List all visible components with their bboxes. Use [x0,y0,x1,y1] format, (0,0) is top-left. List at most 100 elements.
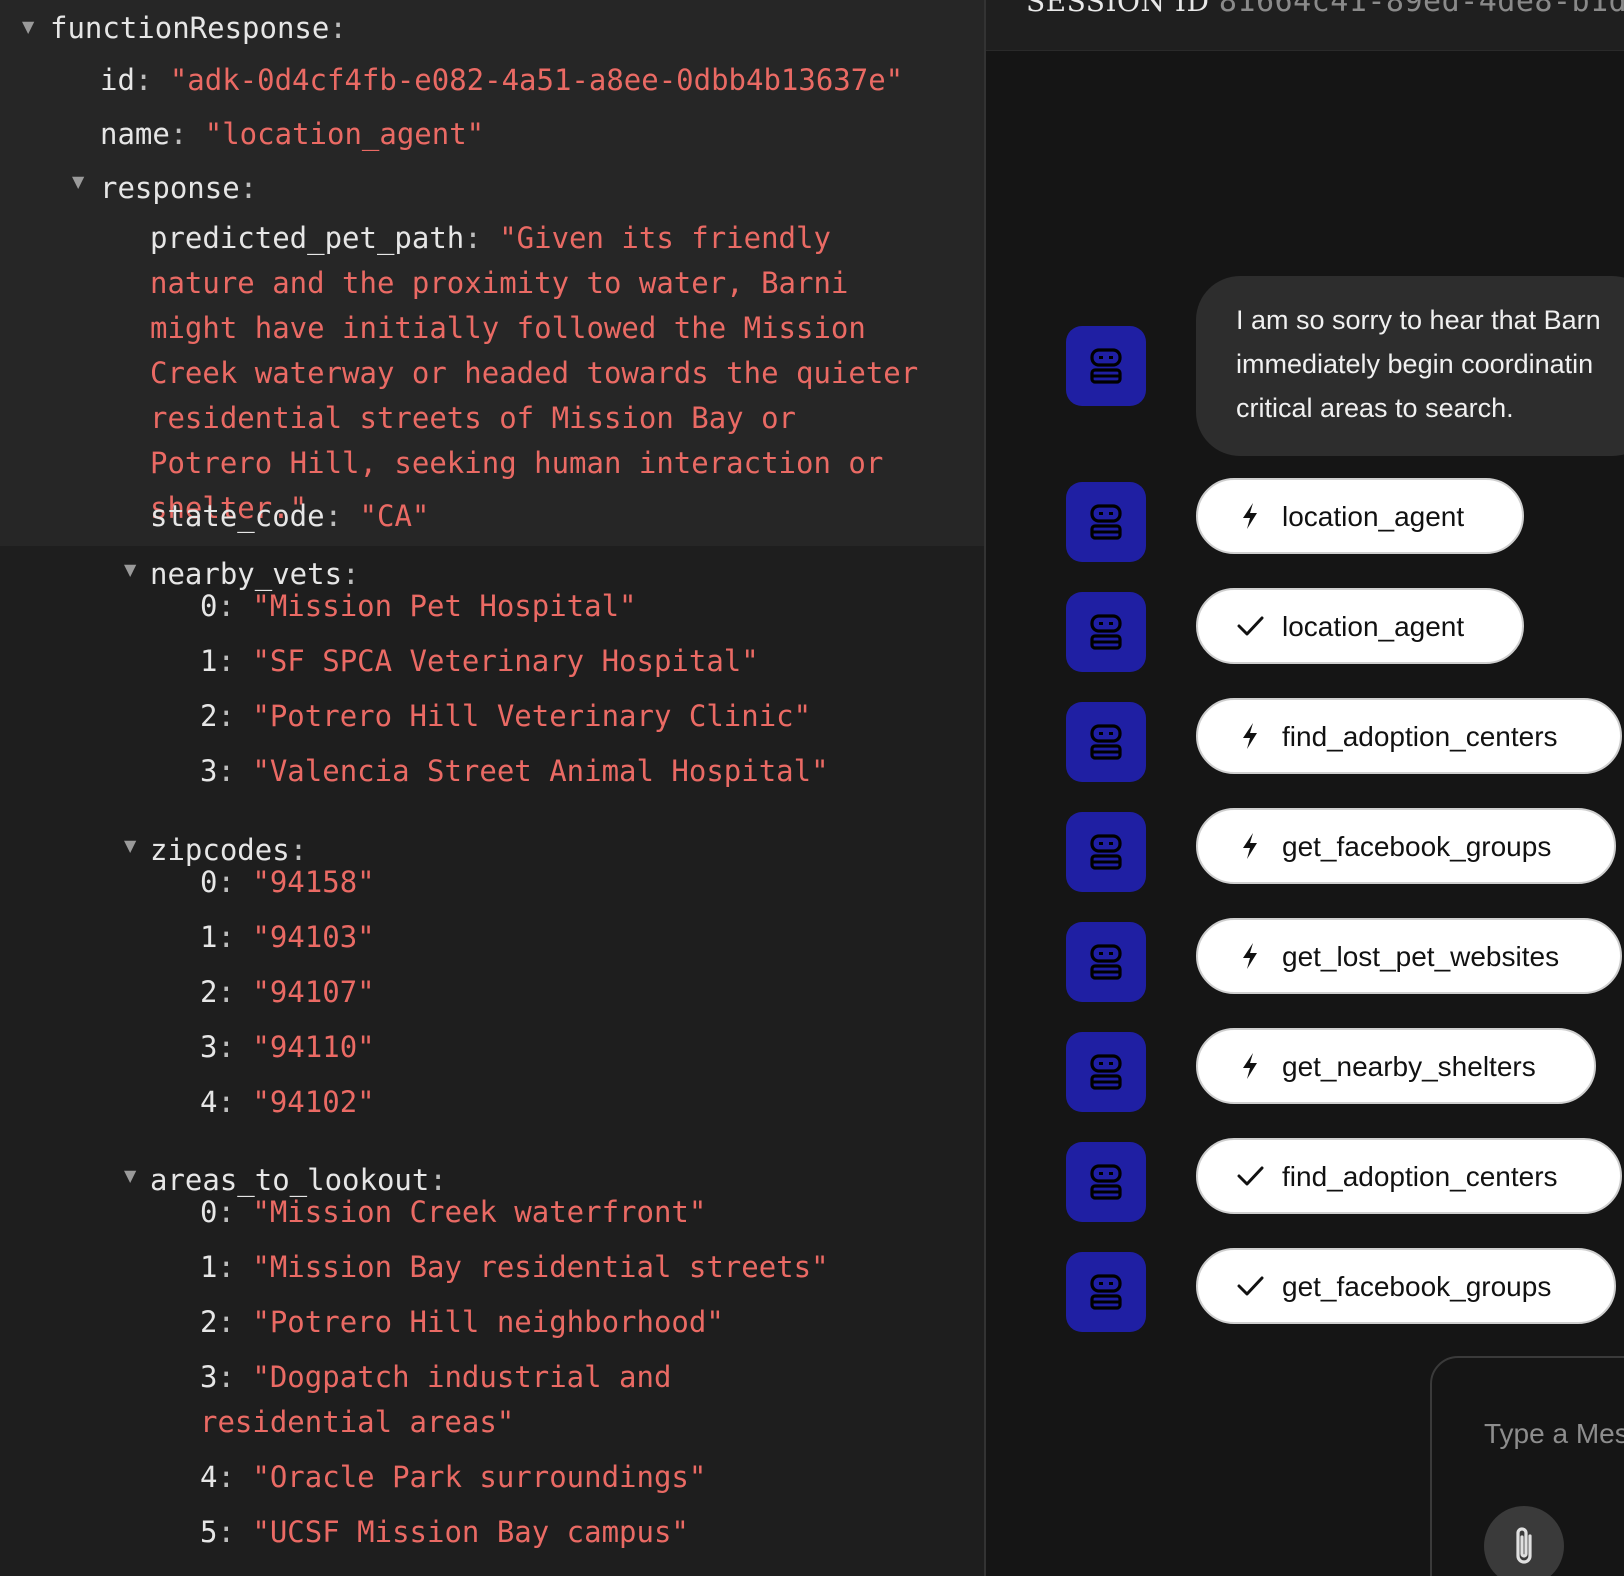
list-value: "Mission Creek waterfront" [252,1195,707,1229]
id-row: id: "adk-0d4cf4fb-e082-4a51-a8ee-0dbb4b1… [100,63,904,97]
tree-key: name [100,117,170,151]
check-icon [1236,1162,1264,1190]
robot-icon [1090,348,1122,384]
tree-key: response [100,171,240,205]
function-call-pill[interactable]: location_agent [1196,478,1524,554]
list-item: 0: "Mission Creek waterfront" [200,1195,707,1229]
collapse-triangle-icon[interactable]: ▼ [124,1166,136,1185]
list-item: 4: "94102" [200,1085,375,1119]
name-row: name: "location_agent" [100,117,485,151]
list-value: "SF SPCA Veterinary Hospital" [252,644,759,678]
list-value: "94158" [252,865,375,899]
list-value: "Potrero Hill Veterinary Clinic" [252,699,812,733]
robot-icon [1090,724,1122,760]
list-item: 3: "94110" [200,1030,375,1064]
collapse-triangle-icon[interactable]: ▼ [124,560,136,579]
list-item: 2: "94107" [200,975,375,1009]
tree-key: state_code [150,499,325,533]
robot-icon [1090,1054,1122,1090]
message-line: I am so sorry to hear that Barn [1236,305,1601,335]
session-header: SESSION ID 81664c41-89ed-4de8-b1d7-19 [986,0,1624,51]
agent-avatar [1066,1252,1146,1332]
event-label: get_facebook_groups [1282,1271,1552,1302]
list-item: 3: "Valencia Street Animal Hospital" [200,754,829,788]
event-label: get_lost_pet_websites [1282,941,1560,972]
agent-avatar [1066,592,1146,672]
list-item: 2: "Potrero Hill Veterinary Clinic" [200,699,812,733]
bolt-icon [1236,942,1264,970]
function-result-pill[interactable]: get_facebook_groups [1196,1248,1616,1324]
collapse-triangle-icon[interactable]: ▼ [124,836,136,855]
robot-icon [1090,614,1122,650]
list-index: 3 [200,1360,218,1394]
function-result-pill[interactable]: find_adoption_centers [1196,1138,1622,1214]
list-value: "Mission Pet Hospital" [252,589,637,623]
list-value: "Dogpatch industrial and residential are… [200,1360,672,1439]
agent-message-bubble: I am so sorry to hear that Barn immediat… [1196,276,1624,456]
function-call-pill[interactable]: get_nearby_shelters [1196,1028,1596,1104]
list-index: 3 [200,754,218,788]
tree-value: "Given its friendly nature and the proxi… [150,221,919,525]
list-value: "94103" [252,920,375,954]
list-index: 0 [200,1195,218,1229]
function-result-pill[interactable]: location_agent [1196,588,1524,664]
list-item: 5: "UCSF Mission Bay campus" [200,1515,689,1549]
event-label: location_agent [1282,501,1465,532]
attach-button[interactable] [1484,1506,1564,1576]
tree-key: id [100,63,135,97]
list-index: 0 [200,865,218,899]
list-index: 1 [200,920,218,954]
check-icon [1236,612,1264,640]
list-index: 0 [200,589,218,623]
list-index: 2 [200,975,218,1009]
list-item: 0: "Mission Pet Hospital" [200,589,637,623]
robot-icon [1090,1164,1122,1200]
list-item: 1: "94103" [200,920,375,954]
bolt-icon [1236,502,1264,530]
list-value: "UCSF Mission Bay campus" [252,1515,689,1549]
list-item: 3: "Dogpatch industrial and residential … [200,1360,672,1439]
list-index: 3 [200,1030,218,1064]
list-value: "Valencia Street Animal Hospital" [252,754,829,788]
list-index: 4 [200,1460,218,1494]
agent-avatar [1066,1142,1146,1222]
tree-value: "adk-0d4cf4fb-e082-4a51-a8ee-0dbb4b13637… [169,63,904,97]
list-value: "94110" [252,1030,375,1064]
function-call-pill[interactable]: get_facebook_groups [1196,808,1616,884]
chat-panel: SESSION ID 81664c41-89ed-4de8-b1d7-19 I … [986,0,1624,1576]
list-item: 2: "Potrero Hill neighborhood" [200,1305,724,1339]
list-index: 2 [200,1305,218,1339]
check-icon [1236,1272,1264,1300]
agent-avatar [1066,922,1146,1002]
message-composer[interactable]: Type a Mes [1430,1356,1624,1576]
list-value: "Mission Bay residential streets" [252,1250,829,1284]
list-value: "94102" [252,1085,375,1119]
agent-avatar [1066,482,1146,562]
function-call-pill[interactable]: find_adoption_centers [1196,698,1622,774]
tree-key: functionResponse [50,11,330,45]
session-id-value: 81664c41-89ed-4de8-b1d7-19 [1218,0,1624,19]
robot-icon [1090,944,1122,980]
agent-avatar [1066,812,1146,892]
event-label: find_adoption_centers [1282,721,1558,752]
tree-value: "CA" [359,499,430,533]
agent-avatar [1066,326,1146,406]
list-index: 1 [200,1250,218,1284]
collapse-triangle-icon[interactable]: ▼ [72,172,84,191]
message-line: immediately begin coordinatin [1236,349,1594,379]
state-code-row: state_code: "CA" [150,499,430,533]
list-index: 1 [200,644,218,678]
session-label: SESSION ID [1026,0,1210,18]
bolt-icon [1236,722,1264,750]
robot-icon [1090,504,1122,540]
robot-icon [1090,834,1122,870]
list-index: 4 [200,1085,218,1119]
paperclip-icon [1516,1527,1532,1564]
event-label: get_nearby_shelters [1282,1051,1536,1082]
function-call-pill[interactable]: get_lost_pet_websites [1196,918,1622,994]
tree-key: predicted_pet_path [150,221,465,255]
collapse-triangle-icon[interactable]: ▼ [22,17,34,36]
list-item: 1: "Mission Bay residential streets" [200,1250,829,1284]
message-input-placeholder[interactable]: Type a Mes [1484,1418,1624,1450]
list-index: 5 [200,1515,218,1549]
